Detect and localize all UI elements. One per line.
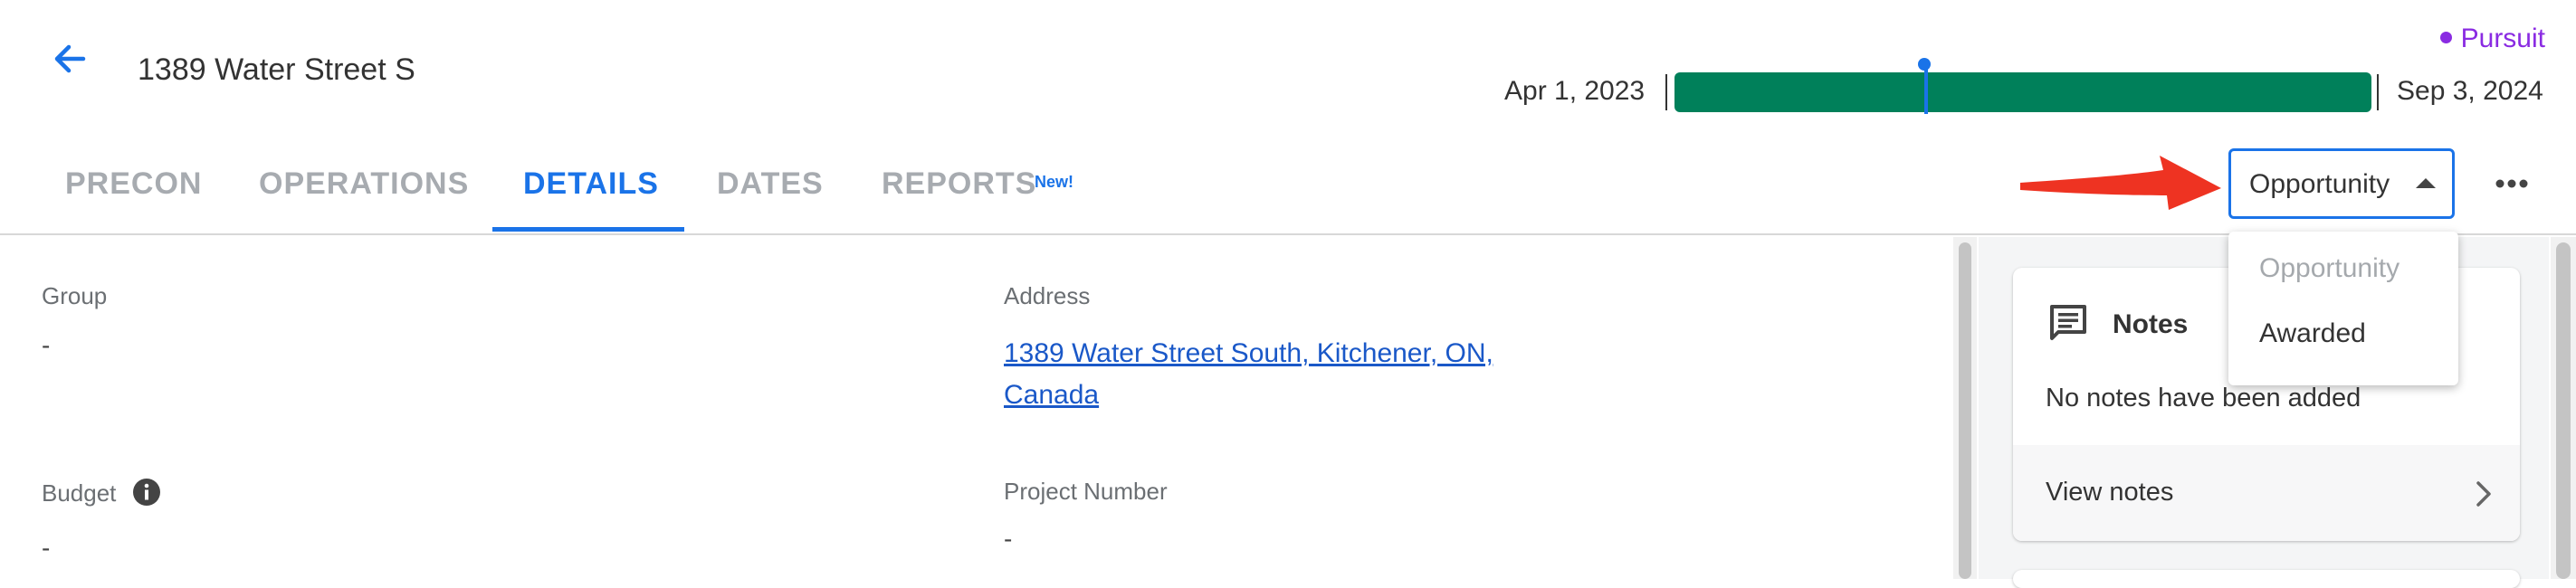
status-dot (2439, 31, 2452, 43)
timeline-end-date: Sep 3, 2024 (2397, 76, 2543, 106)
tab-precon[interactable]: PRECON (65, 166, 202, 202)
status-badge: Pursuit (2439, 24, 2545, 54)
menu-item-awarded[interactable]: Awarded (2259, 318, 2366, 349)
timeline-bar (1674, 72, 2371, 112)
project-number-value: - (1004, 525, 1013, 553)
timeline-today-marker (1924, 63, 1928, 114)
tab-details[interactable]: DETAILS (523, 166, 659, 202)
timeline-today-dot (1918, 58, 1931, 71)
tab-operations[interactable]: OPERATIONS (259, 166, 469, 202)
phase-dropdown-menu: Opportunity Awarded (2228, 232, 2458, 385)
tab-reports[interactable]: REPORTS (882, 166, 1036, 202)
phase-select-value: Opportunity (2249, 169, 2390, 199)
address-link[interactable]: 1389 Water Street South, Kitchener, ON, … (1004, 333, 1565, 416)
tabs-divider (0, 233, 2576, 235)
notes-empty-text: No notes have been added (2046, 384, 2361, 413)
budget-value: - (42, 534, 51, 562)
more-horizontal-icon (2495, 179, 2528, 188)
menu-item-opportunity[interactable]: Opportunity (2259, 253, 2399, 284)
group-value: - (42, 331, 51, 359)
project-number-label: Project Number (1004, 478, 1168, 505)
secondary-card (2013, 570, 2520, 588)
page-title: 1389 Water Street S (138, 52, 415, 87)
timeline-start-tick (1665, 74, 1667, 110)
back-button[interactable] (47, 36, 92, 81)
red-arrow-icon (2020, 156, 2221, 210)
arrow-left-icon (54, 44, 86, 73)
group-label: Group (42, 282, 108, 309)
timeline-end-tick (2377, 74, 2379, 110)
active-tab-indicator (492, 227, 684, 232)
phase-select[interactable]: Opportunity (2228, 148, 2455, 219)
view-notes-button[interactable]: View notes (2013, 445, 2520, 541)
info-icon[interactable] (132, 478, 161, 507)
timeline-start-date: Apr 1, 2023 (1504, 76, 1646, 106)
view-notes-label: View notes (2046, 478, 2174, 507)
side-scrollbar-thumb[interactable] (2556, 242, 2571, 579)
main-scrollbar-thumb[interactable] (1959, 242, 1971, 579)
status-label: Pursuit (2460, 24, 2545, 53)
more-options-button[interactable] (2491, 163, 2533, 204)
new-badge: New! (1035, 173, 1074, 191)
chevron-right-icon (2476, 481, 2491, 507)
notes-icon (2050, 305, 2086, 340)
tab-dates[interactable]: DATES (717, 166, 824, 202)
budget-label: Budget (42, 479, 117, 507)
caret-up-icon (2416, 178, 2436, 188)
notes-title: Notes (2113, 309, 2189, 339)
address-label: Address (1004, 282, 1091, 309)
